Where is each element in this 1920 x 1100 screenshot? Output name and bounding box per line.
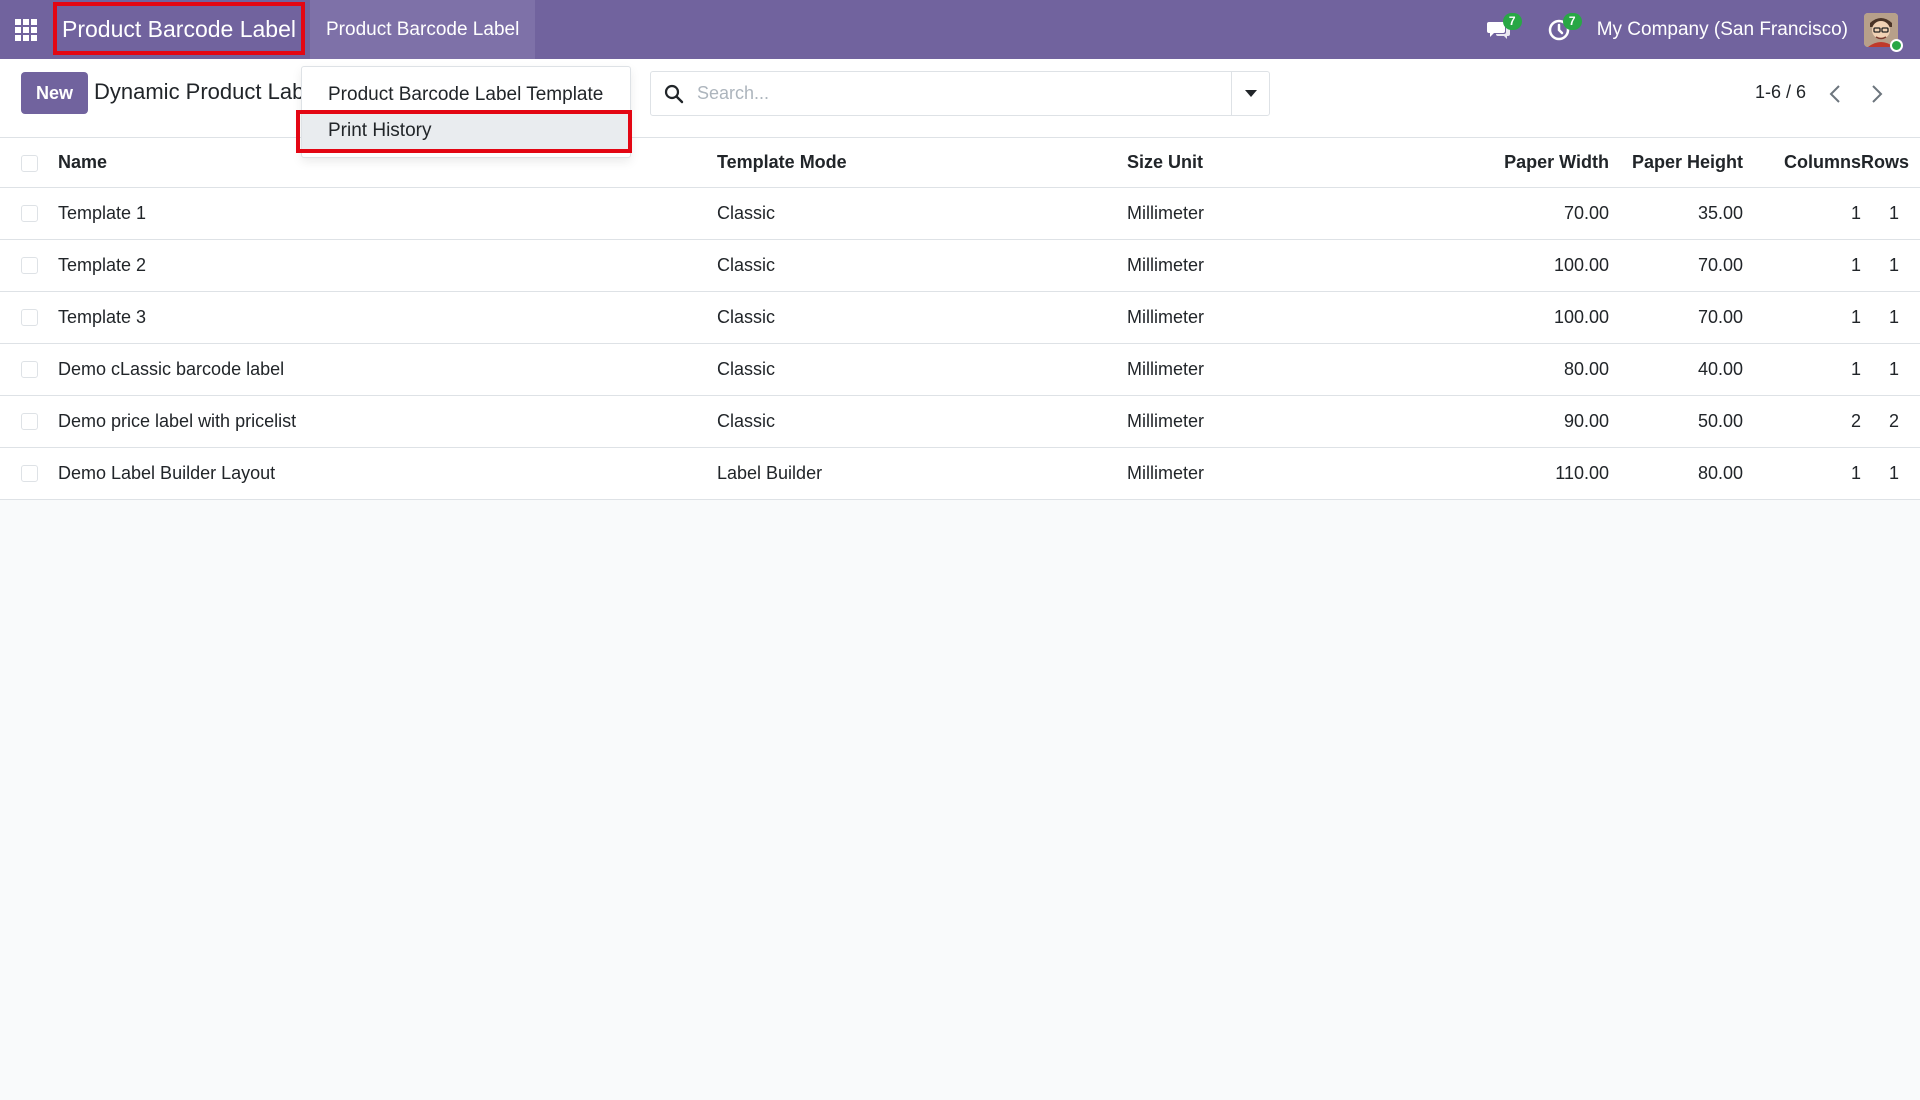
cell-rows: 1 xyxy=(1861,343,1920,396)
cell-paper-width: 90.00 xyxy=(1462,395,1609,448)
cell-paper-width: 80.00 xyxy=(1462,343,1609,396)
search-bar xyxy=(650,71,1270,116)
pager-next-button[interactable] xyxy=(1860,77,1894,111)
select-all-checkbox[interactable] xyxy=(21,154,38,172)
column-header-rows[interactable]: Rows xyxy=(1861,138,1920,188)
cell-paper-width: 70.00 xyxy=(1462,187,1609,240)
row-checkbox[interactable] xyxy=(21,361,38,379)
user-avatar[interactable] xyxy=(1864,12,1903,52)
messages-button[interactable]: 7 xyxy=(1469,0,1529,59)
column-header-paper-width[interactable]: Paper Width xyxy=(1462,138,1609,188)
table-row[interactable]: Demo price label with pricelist Classic … xyxy=(0,395,1920,448)
table-row[interactable]: Template 2 Classic Millimeter 100.00 70.… xyxy=(0,239,1920,292)
cell-rows: 1 xyxy=(1861,291,1920,344)
cell-paper-height: 70.00 xyxy=(1609,239,1743,292)
cell-size-unit: Millimeter xyxy=(1127,291,1462,344)
search-options-toggle[interactable] xyxy=(1231,72,1269,115)
grid-icon xyxy=(15,18,37,41)
app-title[interactable]: Product Barcode Label xyxy=(52,0,306,59)
cell-name: Template 2 xyxy=(58,239,717,292)
cell-template-mode: Classic xyxy=(717,395,1127,448)
cell-template-mode: Classic xyxy=(717,343,1127,396)
cell-template-mode: Classic xyxy=(717,291,1127,344)
activities-badge: 7 xyxy=(1562,13,1582,30)
menu-product-barcode-label-text: Product Barcode Label xyxy=(326,18,520,40)
cell-name: Demo Label Builder Layout xyxy=(58,447,717,500)
cell-rows: 1 xyxy=(1861,239,1920,292)
chevron-left-icon xyxy=(1829,85,1840,103)
select-all-cell[interactable] xyxy=(0,138,58,188)
table-row[interactable]: Template 3 Classic Millimeter 100.00 70.… xyxy=(0,291,1920,344)
cell-size-unit: Millimeter xyxy=(1127,239,1462,292)
column-header-template-mode[interactable]: Template Mode xyxy=(717,138,1127,188)
company-switcher[interactable]: My Company (San Francisco) xyxy=(1589,19,1864,41)
app-menu-button[interactable] xyxy=(0,0,52,59)
cell-paper-width: 100.00 xyxy=(1462,239,1609,292)
new-button[interactable]: New xyxy=(21,72,88,114)
cell-rows: 2 xyxy=(1861,395,1920,448)
cell-paper-height: 40.00 xyxy=(1609,343,1743,396)
cell-paper-height: 70.00 xyxy=(1609,291,1743,344)
cell-template-mode: Label Builder xyxy=(717,447,1127,500)
cell-rows: 1 xyxy=(1861,447,1920,500)
cell-name: Template 1 xyxy=(58,187,717,240)
cell-rows: 1 xyxy=(1861,187,1920,240)
cell-size-unit: Millimeter xyxy=(1127,343,1462,396)
cell-paper-width: 110.00 xyxy=(1462,447,1609,500)
cell-columns: 1 xyxy=(1743,447,1861,500)
cell-name: Demo price label with pricelist xyxy=(58,395,717,448)
pager-value[interactable]: 1-6 / 6 xyxy=(1755,82,1806,103)
breadcrumb-title: Dynamic Product Labels xyxy=(94,79,304,104)
app-title-label: Product Barcode Label xyxy=(62,16,296,42)
cell-columns: 2 xyxy=(1743,395,1861,448)
menu-dropdown: Product Barcode Label Template Print His… xyxy=(301,66,631,158)
cell-template-mode: Classic xyxy=(717,187,1127,240)
cell-columns: 1 xyxy=(1743,239,1861,292)
column-header-paper-height[interactable]: Paper Height xyxy=(1609,138,1743,188)
templates-table: Name Template Mode Size Unit Paper Width… xyxy=(0,138,1920,500)
cell-template-mode: Classic xyxy=(717,239,1127,292)
table-row[interactable]: Demo Label Builder Layout Label Builder … xyxy=(0,447,1920,500)
cell-size-unit: Millimeter xyxy=(1127,447,1462,500)
menu-item-label: Product Barcode Label Template xyxy=(328,84,604,105)
cell-name: Demo cLassic barcode label xyxy=(58,343,717,396)
activities-button[interactable]: 7 xyxy=(1529,0,1589,59)
search-icon xyxy=(651,84,697,104)
list-view: Name Template Mode Size Unit Paper Width… xyxy=(0,138,1920,500)
caret-down-icon xyxy=(1244,89,1257,97)
table-row[interactable]: Template 1 Classic Millimeter 70.00 35.0… xyxy=(0,187,1920,240)
cell-columns: 1 xyxy=(1743,291,1861,344)
row-checkbox[interactable] xyxy=(21,257,38,275)
cell-columns: 1 xyxy=(1743,187,1861,240)
row-checkbox[interactable] xyxy=(21,413,38,431)
cell-columns: 1 xyxy=(1743,343,1861,396)
menu-item-label-template[interactable]: Product Barcode Label Template xyxy=(302,77,630,113)
top-navbar: Product Barcode Label Product Barcode La… xyxy=(0,0,1920,59)
cell-size-unit: Millimeter xyxy=(1127,395,1462,448)
column-header-columns[interactable]: Columns xyxy=(1743,138,1861,188)
cell-paper-height: 35.00 xyxy=(1609,187,1743,240)
table-header-row: Name Template Mode Size Unit Paper Width… xyxy=(0,138,1920,188)
menu-product-barcode-label[interactable]: Product Barcode Label xyxy=(310,0,536,59)
row-checkbox[interactable] xyxy=(21,465,38,483)
chevron-right-icon xyxy=(1872,85,1883,103)
online-status-indicator xyxy=(1890,38,1903,52)
row-checkbox[interactable] xyxy=(21,205,38,223)
cell-name: Template 3 xyxy=(58,291,717,344)
cell-paper-width: 100.00 xyxy=(1462,291,1609,344)
menu-item-print-history[interactable]: Print History xyxy=(302,113,630,149)
pager-previous-button[interactable] xyxy=(1818,77,1852,111)
menu-item-label: Print History xyxy=(328,120,432,141)
row-checkbox[interactable] xyxy=(21,309,38,327)
table-row[interactable]: Demo cLassic barcode label Classic Milli… xyxy=(0,343,1920,396)
messages-badge: 7 xyxy=(1502,13,1522,30)
cell-paper-height: 80.00 xyxy=(1609,447,1743,500)
control-panel: New Dynamic Product Labels 1-6 / 6 xyxy=(0,59,1920,138)
cell-paper-height: 50.00 xyxy=(1609,395,1743,448)
cell-size-unit: Millimeter xyxy=(1127,187,1462,240)
column-header-size-unit[interactable]: Size Unit xyxy=(1127,138,1462,188)
search-input[interactable] xyxy=(697,72,1231,115)
